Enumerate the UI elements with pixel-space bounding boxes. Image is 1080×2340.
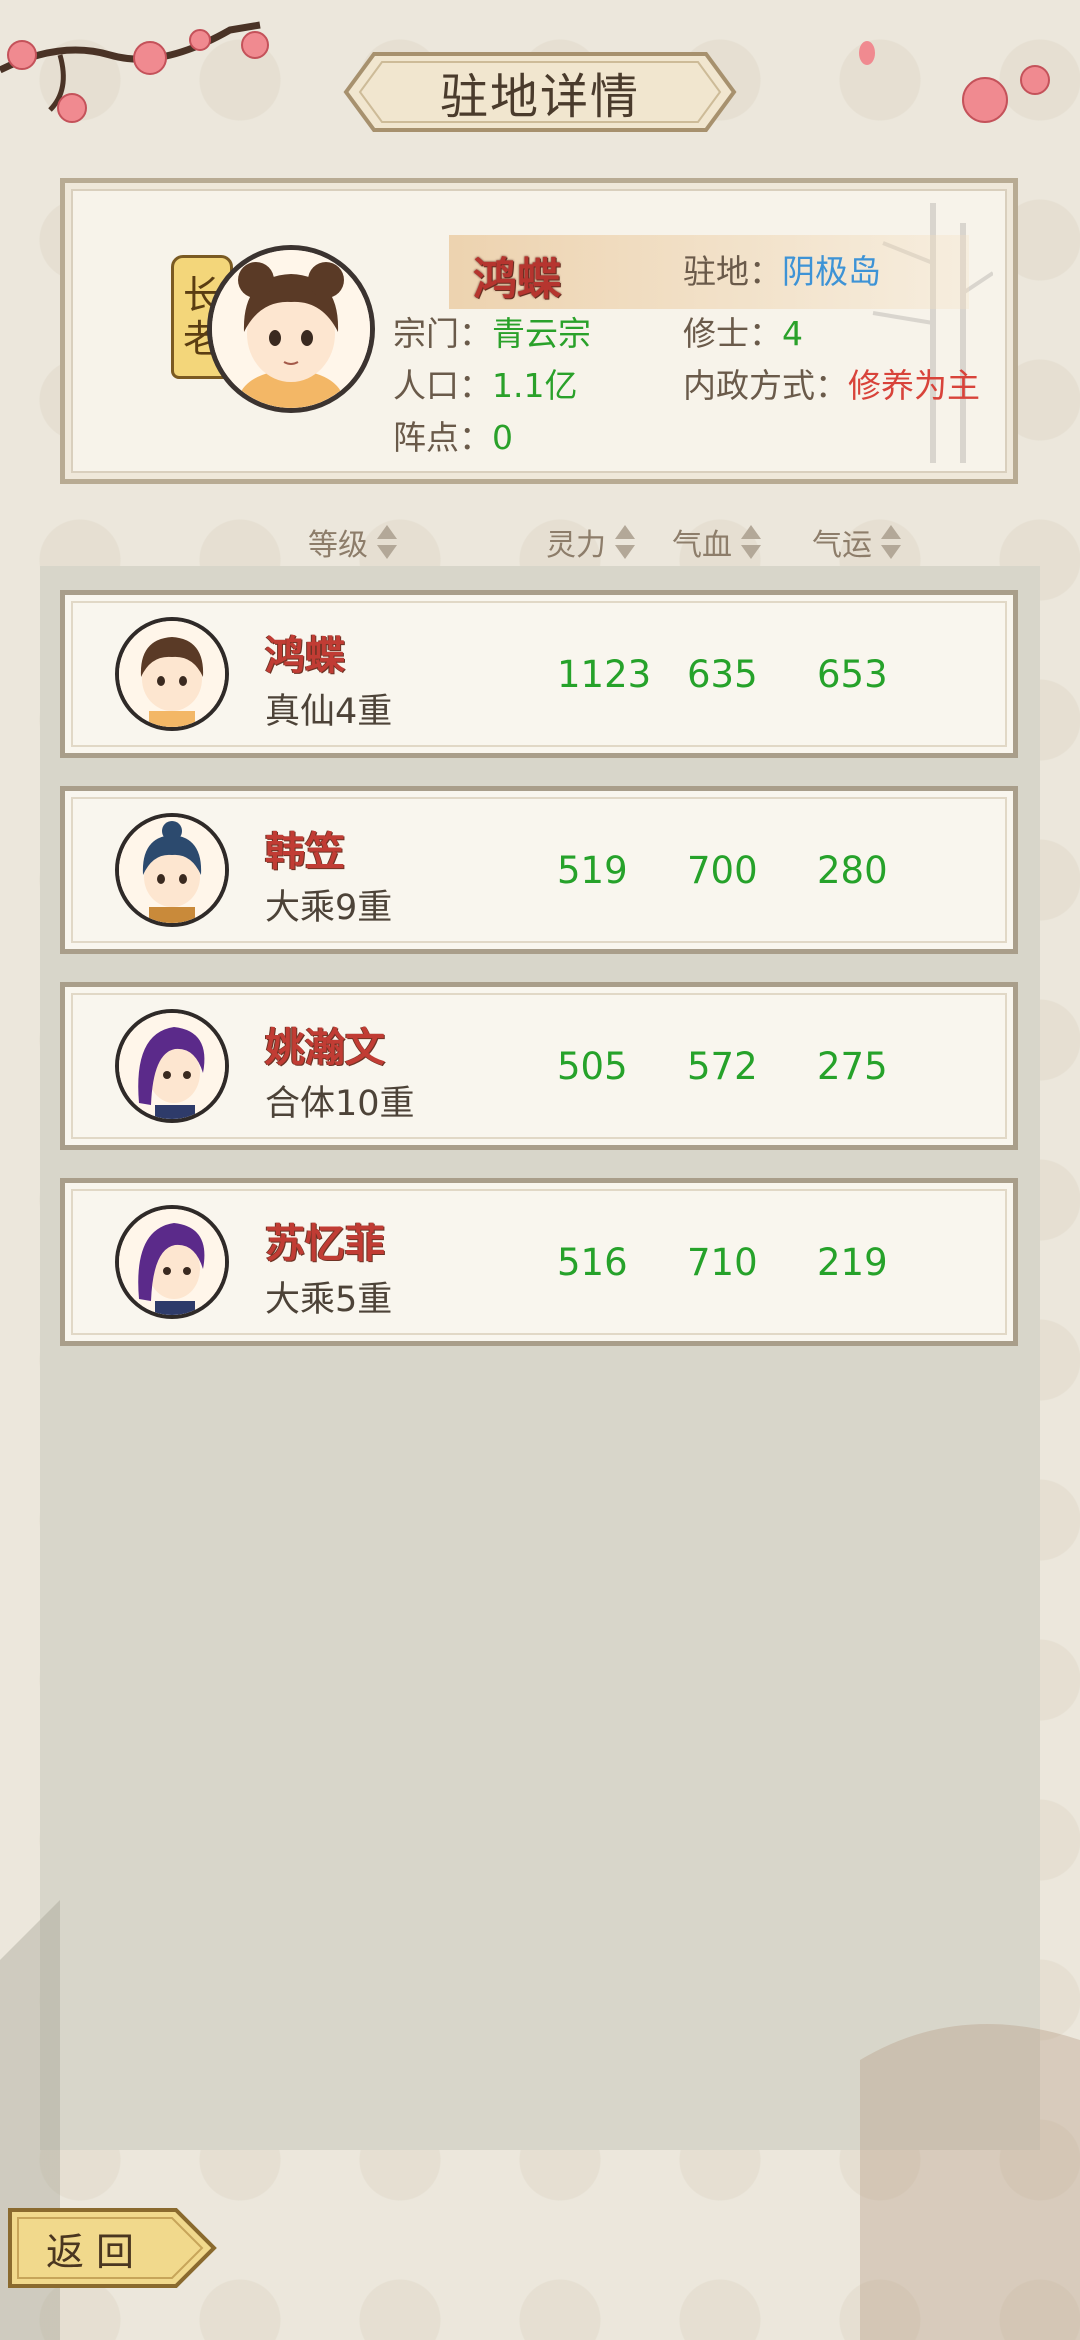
back-button[interactable]: 返回 [6,2206,218,2290]
formation-label: 阵点： [393,418,492,457]
member-luck: 219 [817,1241,888,1284]
sort-arrows-icon [880,523,902,561]
spirit-header-label: 灵力 [546,528,606,563]
member-avatar [115,813,229,927]
member-name: 姚瀚文 [265,1025,385,1071]
sort-by-blood[interactable]: 气血 [672,520,762,564]
sort-arrows-icon [614,523,636,561]
sort-by-spirit[interactable]: 灵力 [546,520,636,564]
station-label: 驻地： [683,252,782,291]
member-spirit: 519 [557,849,628,892]
member-level: 大乘9重 [265,888,393,928]
member-luck: 653 [817,653,888,696]
cultivators-info: 修士：4 [683,307,803,355]
member-avatar [115,617,229,731]
member-row[interactable]: 姚瀚文 合体10重 505 572 275 [60,982,1018,1150]
member-avatar [115,1009,229,1123]
blossom-decoration [962,65,1050,123]
member-spirit: 1123 [557,653,652,696]
member-luck: 275 [817,1045,888,1088]
station-info: 驻地：阴极岛 [683,245,881,293]
member-name: 韩笠 [265,829,345,875]
level-header-label: 等级 [308,528,368,563]
cultivators-label: 修士： [683,314,782,353]
title-banner: 驻地详情 [326,46,754,138]
member-name: 鸿蝶 [265,633,345,679]
formation-value: 0 [492,418,513,457]
member-blood: 710 [687,1241,758,1284]
member-blood: 635 [687,653,758,696]
member-luck: 280 [817,849,888,892]
sect-value: 青云宗 [492,314,591,353]
leader-avatar[interactable] [207,245,375,413]
population-info: 人口：1.1亿 [393,359,577,407]
petal-decoration [859,41,875,65]
population-value: 1.1亿 [492,366,578,405]
page-title: 驻地详情 [439,69,640,125]
sort-arrows-icon [376,523,398,561]
member-spirit: 505 [557,1045,628,1088]
sort-by-luck[interactable]: 气运 [812,520,902,564]
member-level: 合体10重 [265,1084,415,1124]
governance-label: 内政方式： [683,366,848,405]
cultivators-value: 4 [782,314,803,353]
member-avatar [115,1205,229,1319]
member-row[interactable]: 鸿蝶 真仙4重 1123 635 653 [60,590,1018,758]
member-level: 大乘5重 [265,1280,393,1320]
sect-label: 宗门： [393,314,492,353]
back-label: 返回 [45,2229,146,2274]
member-blood: 700 [687,849,758,892]
population-label: 人口： [393,366,492,405]
station-value[interactable]: 阴极岛 [782,252,881,291]
sort-arrows-icon [740,523,762,561]
formation-info: 阵点：0 [393,411,513,459]
governance-info: 内政方式：修养为主 [683,359,980,407]
member-row[interactable]: 苏忆菲 大乘5重 516 710 219 [60,1178,1018,1346]
station-info-card: 长 老 鸿蝶 驻地：阴极岛 宗门：青云宗 修士：4 人口：1.1亿 内政方式：修… [60,178,1018,484]
sect-info: 宗门：青云宗 [393,307,591,355]
blood-header-label: 气血 [672,528,732,563]
governance-value[interactable]: 修养为主 [848,366,980,405]
member-row[interactable]: 韩笠 大乘9重 519 700 280 [60,786,1018,954]
member-blood: 572 [687,1045,758,1088]
plum-branch-decoration [0,21,269,123]
member-level: 真仙4重 [265,692,393,732]
member-name: 苏忆菲 [265,1221,385,1267]
sort-by-level[interactable]: 等级 [308,520,398,564]
member-spirit: 516 [557,1241,628,1284]
luck-header-label: 气运 [812,528,872,563]
leader-name: 鸿蝶 [473,254,561,305]
